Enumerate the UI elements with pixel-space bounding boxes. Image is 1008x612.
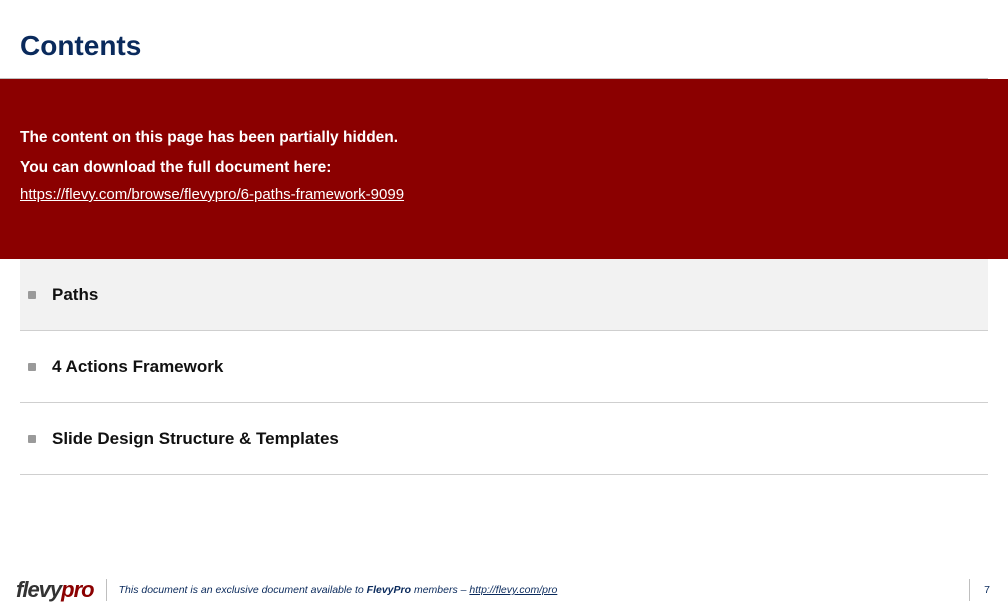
- footer: flevypro This document is an exclusive d…: [0, 576, 1008, 612]
- slide-page: Contents The content on this page has be…: [0, 0, 1008, 612]
- bullet-icon: [28, 435, 36, 443]
- contents-item-4-actions[interactable]: 4 Actions Framework: [20, 331, 988, 403]
- footer-text-bold: FlevyPro: [367, 584, 411, 596]
- hidden-content-banner: The content on this page has been partia…: [0, 79, 1008, 259]
- footer-link[interactable]: http://flevy.com/pro: [469, 584, 557, 596]
- contents-item-paths[interactable]: Paths: [20, 259, 988, 331]
- logo-text-flevy: flevy: [16, 577, 61, 603]
- contents-item-label: 4 Actions Framework: [52, 357, 223, 377]
- download-link[interactable]: https://flevy.com/browse/flevypro/6-path…: [20, 186, 988, 203]
- banner-line-1: The content on this page has been partia…: [20, 123, 988, 152]
- contents-item-slide-design[interactable]: Slide Design Structure & Templates: [20, 403, 988, 475]
- footer-text: This document is an exclusive document a…: [119, 584, 959, 596]
- bullet-icon: [28, 291, 36, 299]
- contents-item-label: Paths: [52, 285, 98, 305]
- page-title: Contents: [20, 30, 988, 62]
- logo-text-pro: pro: [61, 577, 93, 603]
- footer-divider-right: [969, 579, 970, 601]
- flevypro-logo: flevypro: [16, 577, 94, 603]
- bullet-icon: [28, 363, 36, 371]
- contents-item-label: Slide Design Structure & Templates: [52, 429, 339, 449]
- footer-text-mid: members –: [411, 584, 469, 596]
- contents-list: Paths 4 Actions Framework Slide Design S…: [0, 259, 1008, 576]
- title-area: Contents: [0, 0, 1008, 74]
- page-number: 7: [980, 584, 990, 596]
- footer-divider: [106, 579, 107, 601]
- banner-line-2: You can download the full document here:: [20, 153, 988, 182]
- footer-text-prefix: This document is an exclusive document a…: [119, 584, 367, 596]
